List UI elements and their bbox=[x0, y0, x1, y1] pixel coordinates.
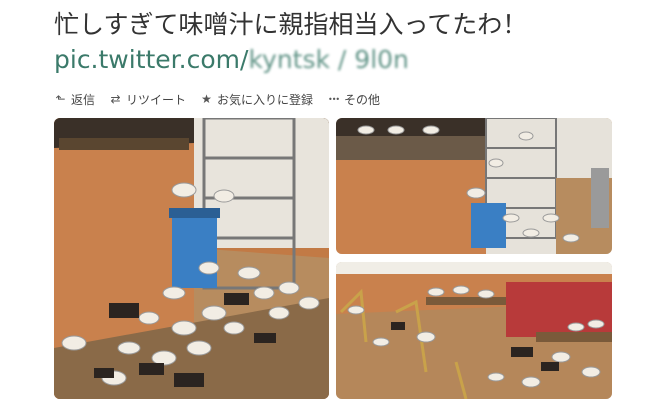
photo-3[interactable] bbox=[336, 262, 612, 399]
more-label: その他 bbox=[344, 92, 381, 107]
more-icon: ••• bbox=[327, 94, 340, 104]
photo-2-image bbox=[336, 118, 612, 254]
retweet-button[interactable]: ⇄ リツイート bbox=[109, 91, 186, 108]
tweet-text: 忙しすぎて味噌汁に親指相当入ってたわ！ bbox=[54, 10, 528, 39]
photo-1[interactable] bbox=[54, 118, 329, 399]
favorite-label: お気に入りに登録 bbox=[217, 92, 314, 107]
tweet-actions: ⬑ 返信 ⇄ リツイート ★ お気に入りに登録 ••• その他 bbox=[54, 90, 380, 108]
reply-icon: ⬑ bbox=[55, 92, 66, 106]
reply-label: 返信 bbox=[71, 92, 96, 107]
photo-1-image bbox=[54, 118, 329, 399]
retweet-icon: ⇄ bbox=[110, 92, 121, 106]
reply-button[interactable]: ⬑ 返信 bbox=[54, 91, 95, 108]
star-icon: ★ bbox=[201, 92, 212, 106]
tweet-link-obscured[interactable]: kyntsk / 9l0n bbox=[248, 45, 408, 74]
retweet-label: リツイート bbox=[126, 92, 187, 107]
tweet-media-link[interactable]: pic.twitter.com/kyntsk / 9l0n bbox=[54, 44, 409, 76]
more-button[interactable]: ••• その他 bbox=[327, 91, 380, 108]
photo-2[interactable] bbox=[336, 118, 612, 254]
photo-3-image bbox=[336, 262, 612, 399]
tweet-link-domain[interactable]: pic.twitter.com/ bbox=[54, 45, 248, 74]
favorite-button[interactable]: ★ お気に入りに登録 bbox=[200, 91, 313, 108]
